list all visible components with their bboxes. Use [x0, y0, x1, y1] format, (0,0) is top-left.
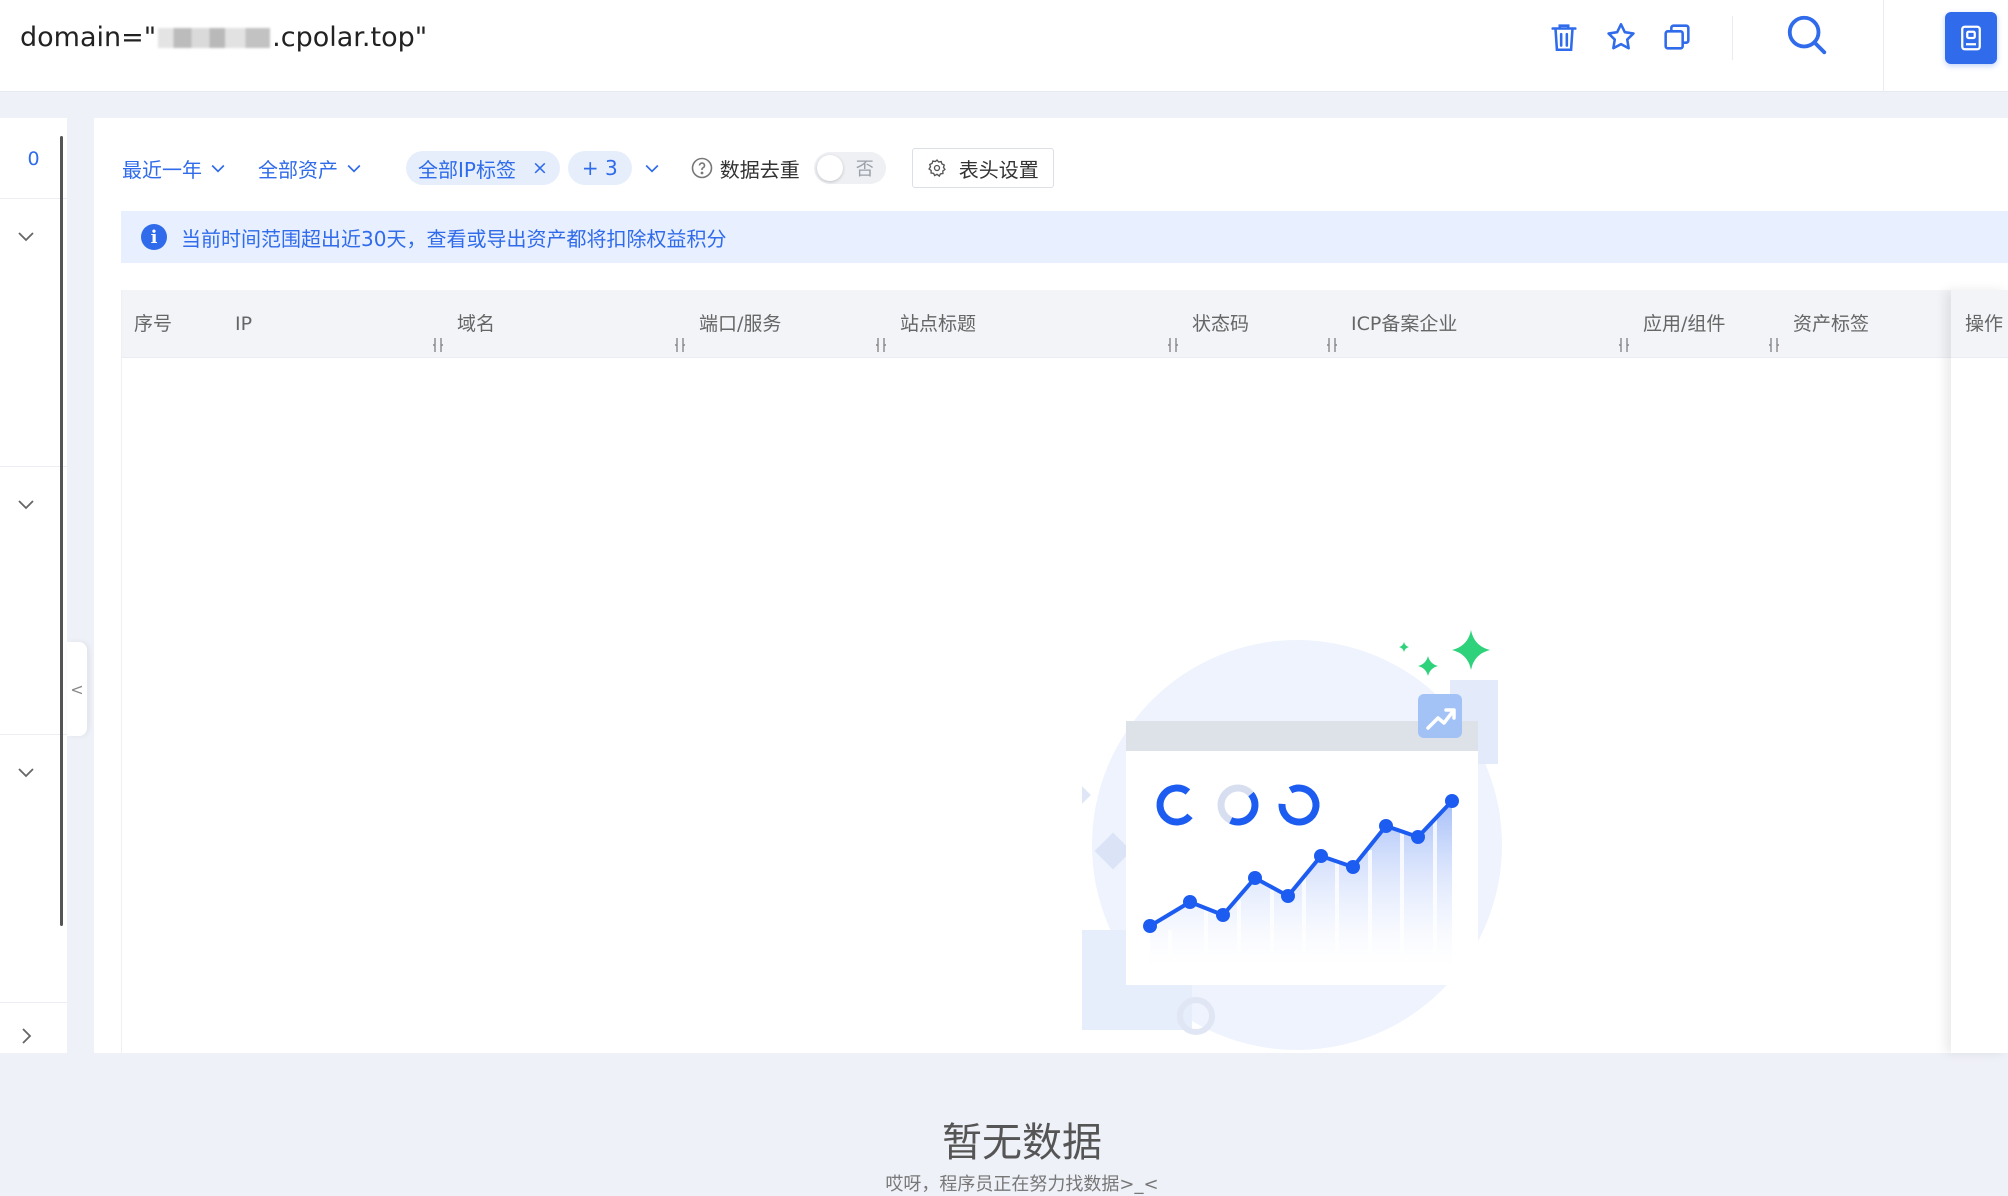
time-range-dropdown[interactable]: 最近一年 — [122, 154, 228, 183]
resize-handle-icon[interactable] — [874, 314, 888, 352]
chevron-down-icon[interactable] — [14, 224, 38, 248]
header-settings-button[interactable]: 表头设置 — [911, 148, 1054, 188]
chevron-down-icon — [645, 164, 659, 173]
column-header-app[interactable]: 应用/组件 — [1619, 290, 1725, 358]
query-suffix: .cpolar.top" — [272, 22, 428, 53]
resize-handle-icon[interactable] — [1166, 314, 1180, 352]
scrollbar[interactable] — [60, 136, 63, 926]
resize-handle-icon[interactable] — [431, 314, 445, 352]
panel-divider — [0, 734, 67, 735]
panel-divider — [0, 1002, 67, 1003]
sparkle-icon — [1418, 656, 1438, 676]
panel-divider — [0, 466, 67, 467]
chevron-down-icon[interactable] — [14, 760, 38, 784]
search-bar: domain=" .cpolar.top" — [0, 0, 2008, 92]
resize-handle-icon[interactable] — [1325, 314, 1339, 352]
asset-scope-dropdown[interactable]: 全部资产 — [258, 154, 364, 183]
sparkle-icon — [1399, 642, 1409, 652]
column-header-ip: IP — [235, 313, 253, 335]
header-settings-label: 表头设置 — [958, 157, 1039, 182]
resize-handle-icon[interactable] — [673, 314, 687, 352]
panel-divider — [0, 198, 67, 199]
empty-state-title: 暂无数据 — [942, 1120, 1102, 1166]
chevron-down-icon[interactable] — [14, 492, 38, 516]
trash-icon[interactable] — [1547, 20, 1581, 54]
dedupe-label: 数据去重 — [719, 157, 800, 182]
filter-bar: 最近一年 全部资产 全部IP标签 × + 3 数据去重 否 表头设置 — [122, 148, 1054, 188]
column-header-icp[interactable]: ICP备案企业 — [1327, 290, 1457, 358]
collapse-panel-button[interactable]: < — [67, 642, 87, 736]
info-icon: i — [141, 224, 167, 250]
left-filter-panel: 0 — [0, 118, 67, 1053]
ip-tag-chip[interactable]: 全部IP标签 × — [406, 151, 560, 185]
action-column: 操作 — [1951, 290, 2008, 1053]
toolbar-divider — [1732, 16, 1733, 60]
redacted-text — [158, 27, 271, 48]
column-header-port[interactable]: 端口/服务 — [675, 290, 781, 358]
result-count: 0 — [27, 148, 40, 170]
results-table: 序号 IP 域名 端口/服务 站点标题 状态码 ICP备案企业 应用/组件 资产… — [121, 290, 2008, 1195]
search-query[interactable]: domain=" .cpolar.top" — [20, 22, 427, 53]
more-tags-chip[interactable]: + 3 — [567, 151, 632, 185]
book-icon[interactable] — [1945, 12, 1997, 64]
star-icon[interactable] — [1604, 20, 1638, 54]
tag-dropdown-toggle[interactable] — [642, 158, 662, 178]
column-header-index: 序号 — [134, 313, 173, 335]
time-range-label: 最近一年 — [122, 157, 202, 182]
search-icon[interactable] — [1784, 12, 1830, 58]
column-header-site-title[interactable]: 站点标题 — [876, 290, 976, 358]
table-header: 序号 IP 域名 端口/服务 站点标题 状态码 ICP备案企业 应用/组件 资产… — [122, 290, 2008, 358]
gear-icon — [927, 159, 946, 178]
chevron-down-icon — [347, 164, 361, 173]
column-header-actions: 操作 — [1965, 313, 2004, 335]
asset-scope-label: 全部资产 — [258, 157, 338, 182]
query-prefix: domain=" — [20, 22, 157, 53]
resize-handle-icon[interactable] — [1617, 314, 1631, 352]
resize-handle-icon[interactable] — [1767, 314, 1781, 352]
empty-data-illustration — [1082, 630, 1502, 1050]
column-header-domain[interactable]: 域名 — [433, 290, 495, 358]
copy-icon[interactable] — [1660, 20, 1694, 54]
notice-text: 当前时间范围超出近30天，查看或导出资产都将扣除权益积分 — [181, 226, 727, 251]
toolbar-divider — [1883, 0, 1884, 92]
dedupe-toggle[interactable]: 否 — [813, 152, 886, 184]
ip-tag-label: 全部IP标签 — [418, 157, 516, 182]
column-header-asset-tag[interactable]: 资产标签 — [1769, 290, 1869, 358]
empty-state-subtitle: 哎呀，程序员正在努力找数据>_< — [885, 1174, 1159, 1195]
toggle-knob — [816, 155, 843, 181]
chevron-right-icon[interactable] — [14, 1024, 38, 1048]
close-icon[interactable]: × — [532, 157, 548, 179]
chevron-down-icon — [211, 164, 225, 173]
column-header-status-code[interactable]: 状态码 — [1168, 290, 1249, 358]
sparkle-icon — [1452, 630, 1490, 670]
help-icon[interactable] — [690, 156, 714, 180]
points-notice: i 当前时间范围超出近30天，查看或导出资产都将扣除权益积分 — [121, 211, 2008, 263]
results-panel: 最近一年 全部资产 全部IP标签 × + 3 数据去重 否 表头设置 i 当前时… — [94, 118, 2008, 1195]
dedupe-value: 否 — [855, 159, 874, 180]
